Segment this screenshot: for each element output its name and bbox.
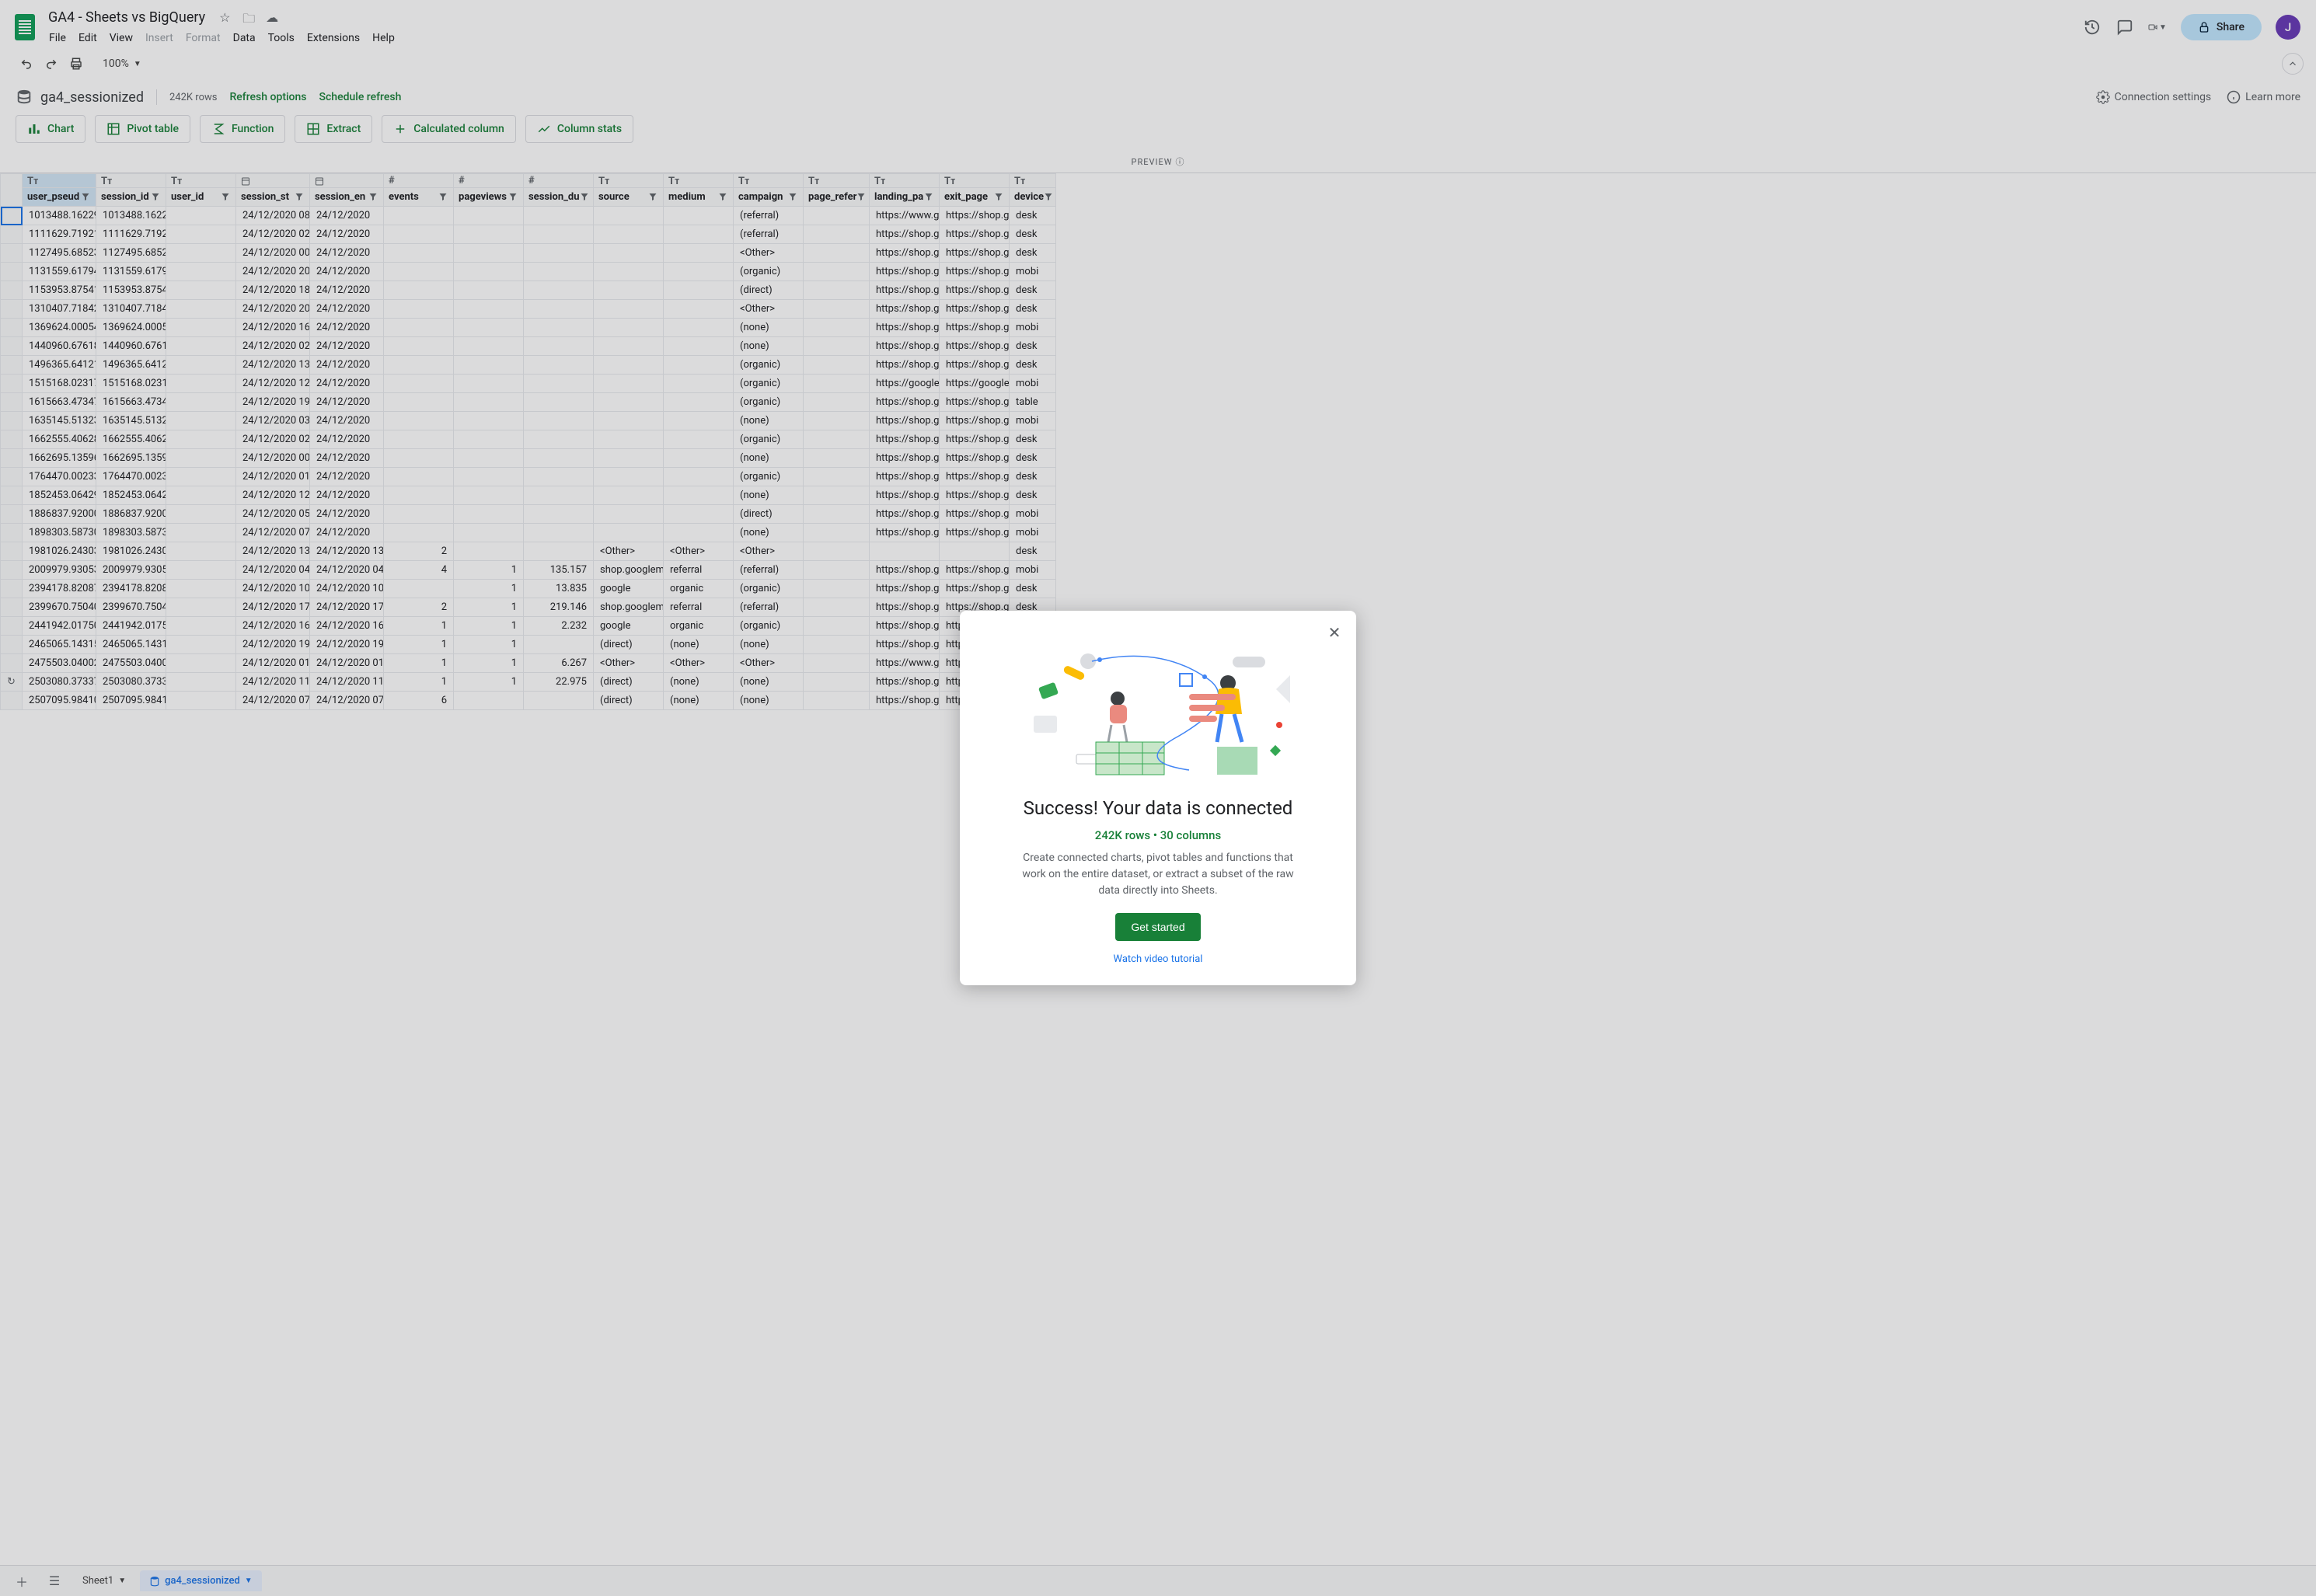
modal-description: Create connected charts, pivot tables an… [1018,850,1298,899]
watch-tutorial-link[interactable]: Watch video tutorial [982,953,1334,965]
modal-stats: 242K rows • 30 columns [982,828,1334,842]
success-modal: ✕ [960,611,1356,985]
get-started-button[interactable]: Get started [1115,913,1200,941]
close-icon[interactable]: ✕ [1324,622,1345,643]
modal-title: Success! Your data is connected [982,797,1334,819]
modal-illustration [982,634,1334,789]
